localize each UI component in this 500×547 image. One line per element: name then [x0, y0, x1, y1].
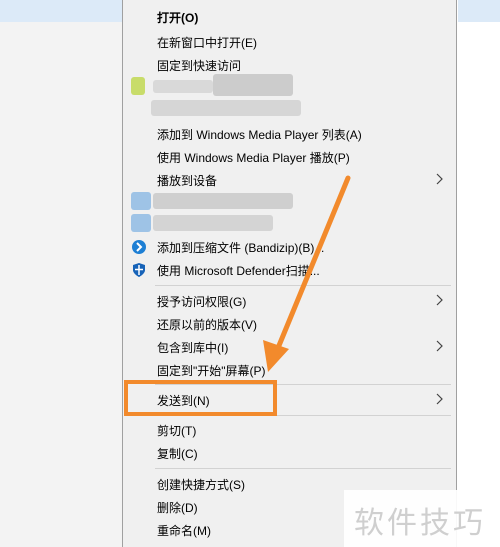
- blurred-text: [213, 74, 293, 96]
- menu-item-label: 使用 Windows Media Player 播放(P): [157, 151, 350, 165]
- menu-item-label: 创建快捷方式(S): [157, 478, 245, 492]
- menu-item-bandizip[interactable]: 添加到压缩文件 (Bandizip)(B)...: [123, 236, 456, 258]
- blurred-icon: [131, 77, 145, 95]
- menu-item-open-new-window[interactable]: 在新窗口中打开(E): [123, 31, 456, 53]
- background-pane: [458, 22, 500, 547]
- watermark: 软件技巧: [344, 490, 500, 547]
- chevron-right-icon: [436, 393, 443, 405]
- chevron-right-icon: [436, 173, 443, 185]
- menu-item-label: 添加到压缩文件 (Bandizip)(B)...: [157, 241, 325, 255]
- blurred-text: [151, 100, 301, 116]
- background-pane: [0, 22, 122, 547]
- menu-item-blurred[interactable]: [123, 98, 456, 120]
- menu-item-open[interactable]: 打开(O): [123, 6, 456, 28]
- menu-item-add-to-wmp-list[interactable]: 添加到 Windows Media Player 列表(A): [123, 123, 456, 145]
- menu-item-defender-scan[interactable]: 使用 Microsoft Defender扫描...: [123, 259, 456, 281]
- menu-item-blurred[interactable]: [123, 191, 456, 213]
- chevron-right-icon: [436, 340, 443, 352]
- menu-item-blurred[interactable]: [123, 74, 456, 98]
- menu-item-label: 使用 Microsoft Defender扫描...: [157, 264, 320, 278]
- menu-item-include-in-library[interactable]: 包含到库中(I): [123, 336, 456, 358]
- menu-item-label: 在新窗口中打开(E): [157, 36, 257, 50]
- menu-item-label: 剪切(T): [157, 424, 197, 438]
- defender-shield-icon: [133, 263, 145, 277]
- blurred-text: [153, 215, 273, 231]
- menu-item-blurred[interactable]: [123, 213, 456, 235]
- send-to-highlight-box: [124, 380, 277, 416]
- background-strip: [458, 0, 500, 22]
- background-strip: [0, 0, 122, 22]
- menu-separator: [155, 468, 451, 469]
- menu-item-play-to-device[interactable]: 播放到设备: [123, 169, 456, 191]
- menu-item-play-with-wmp[interactable]: 使用 Windows Media Player 播放(P): [123, 146, 456, 168]
- watermark-text: 软件技巧: [354, 506, 486, 541]
- menu-item-pin-to-start[interactable]: 固定到"开始"屏幕(P): [123, 359, 456, 381]
- menu-item-label: 固定到快速访问: [157, 59, 242, 73]
- blurred-icon: [131, 192, 151, 210]
- menu-item-cut[interactable]: 剪切(T): [123, 419, 456, 441]
- menu-item-label: 删除(D): [157, 501, 198, 515]
- blurred-text: [153, 80, 213, 93]
- menu-separator: [155, 285, 451, 286]
- menu-item-copy[interactable]: 复制(C): [123, 442, 456, 464]
- bandizip-icon: [132, 240, 146, 254]
- blurred-icon: [131, 214, 151, 232]
- menu-item-label: 打开(O): [157, 11, 199, 25]
- blurred-text: [153, 193, 293, 209]
- menu-item-pin-quick-access[interactable]: 固定到快速访问: [123, 54, 456, 76]
- menu-item-give-access[interactable]: 授予访问权限(G): [123, 290, 456, 312]
- menu-item-label: 重命名(M): [157, 524, 211, 538]
- menu-item-label: 播放到设备: [157, 174, 218, 188]
- menu-item-label: 复制(C): [157, 447, 198, 461]
- context-menu: 打开(O) 在新窗口中打开(E) 固定到快速访问 添加到 Windows Med…: [122, 0, 457, 547]
- menu-item-label: 还原以前的版本(V): [157, 318, 257, 332]
- menu-item-label: 授予访问权限(G): [157, 295, 247, 309]
- chevron-right-icon: [436, 294, 443, 306]
- menu-item-restore-versions[interactable]: 还原以前的版本(V): [123, 313, 456, 335]
- menu-item-label: 固定到"开始"屏幕(P): [157, 364, 266, 378]
- menu-item-label: 包含到库中(I): [157, 341, 229, 355]
- menu-item-label: 添加到 Windows Media Player 列表(A): [157, 128, 362, 142]
